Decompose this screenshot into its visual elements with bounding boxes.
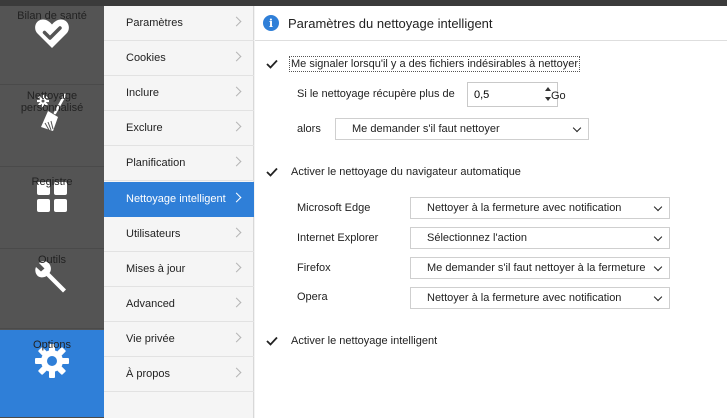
chevron-right-icon [231, 156, 242, 167]
sub-nav-label: Nettoyage intelligent [126, 193, 226, 205]
chevron-right-icon [231, 86, 242, 97]
threshold-input[interactable] [468, 83, 528, 106]
sub-nav-label: À propos [126, 368, 171, 380]
auto-browser-checkbox[interactable] [265, 165, 278, 178]
browser-action-select-edge[interactable]: Nettoyer à la fermeture avec notificatio… [410, 197, 670, 219]
sub-nav-item-privacy[interactable]: Vie privée [104, 322, 254, 357]
sub-nav-label: Exclure [126, 122, 163, 134]
main-nav-item-registry[interactable]: Registre [0, 170, 104, 249]
main-nav-label: Options [33, 339, 71, 351]
chevron-right-icon [231, 192, 242, 203]
smart-cleaning-panel: i Paramètres du nettoyage intelligent Me… [255, 6, 727, 418]
checkmark-icon [265, 336, 278, 346]
sub-nav-label: Advanced [126, 298, 175, 310]
sub-nav-label: Planification [126, 157, 186, 169]
auto-browser-label: Activer le nettoyage du navigateur autom… [291, 166, 521, 178]
page-title: Paramètres du nettoyage intelligent [288, 15, 493, 31]
main-nav-item-options[interactable]: Options [0, 330, 104, 418]
info-icon: i [263, 15, 279, 31]
browser-name-opera: Opera [297, 291, 328, 303]
sub-nav-label: Inclure [126, 87, 160, 99]
chevron-right-icon [231, 367, 242, 378]
main-nav-item-tools[interactable]: Outils [0, 250, 104, 329]
chevron-right-icon [231, 16, 242, 27]
sub-nav-label: Paramètres [126, 17, 183, 29]
browser-action-select-ie[interactable]: Sélectionnez l'action [410, 227, 670, 249]
select-value: Me demander s'il faut nettoyer [352, 123, 500, 135]
chevron-down-icon [572, 123, 582, 133]
then-action-select[interactable]: Me demander s'il faut nettoyer [335, 118, 589, 140]
select-value: Nettoyer à la fermeture avec notificatio… [427, 202, 622, 214]
checkmark-icon [265, 167, 278, 177]
sub-nav-item-about[interactable]: À propos [104, 357, 254, 392]
browser-name-ie: Internet Explorer [297, 232, 379, 244]
browser-name-edge: Microsoft Edge [297, 202, 371, 214]
select-value: Me demander s'il faut nettoyer à la ferm… [427, 262, 646, 274]
smart-cleaning-label: Activer le nettoyage intelligent [291, 335, 438, 347]
sub-nav-item-smart-cleaning[interactable]: Nettoyage intelligent [104, 182, 254, 217]
sub-nav-item-users[interactable]: Utilisateurs [104, 217, 254, 252]
chevron-down-icon [653, 292, 663, 302]
threshold-stepper[interactable] [467, 82, 558, 107]
notify-junk-label[interactable]: Me signaler lorsqu'il y a des fichiers i… [288, 56, 581, 72]
threshold-label: Si le nettoyage récupère plus de [297, 88, 455, 100]
smart-cleaning-checkbox[interactable] [265, 334, 278, 347]
browser-name-firefox: Firefox [297, 262, 331, 274]
sub-nav-item-updates[interactable]: Mises à jour [104, 252, 254, 287]
checkmark-icon [265, 59, 278, 69]
select-value: Sélectionnez l'action [427, 232, 527, 244]
main-nav-label: Registre [31, 176, 73, 188]
sub-nav-item-include[interactable]: Inclure [104, 76, 254, 111]
chevron-down-icon [653, 232, 663, 242]
sub-nav-item-cookies[interactable]: Cookies [104, 41, 254, 76]
browser-action-select-opera[interactable]: Nettoyer à la fermeture avec notificatio… [410, 287, 670, 309]
chevron-right-icon [231, 262, 242, 273]
sub-nav-item-advanced[interactable]: Advanced [104, 287, 254, 322]
main-nav-label: Bilan de santé [17, 10, 87, 22]
sub-nav-item-exclude[interactable]: Exclure [104, 111, 254, 146]
chevron-down-icon [653, 202, 663, 212]
then-label: alors [297, 123, 321, 135]
sub-nav-label: Utilisateurs [126, 228, 181, 240]
chevron-right-icon [231, 51, 242, 62]
main-nav-label: Nettoyage personnalisé [20, 90, 84, 114]
chevron-right-icon [231, 332, 242, 343]
browser-action-select-firefox[interactable]: Me demander s'il faut nettoyer à la ferm… [410, 257, 670, 279]
main-nav-item-custom-clean[interactable]: Nettoyage personnalisé [0, 88, 104, 167]
chevron-down-icon [653, 262, 663, 272]
sub-nav-label: Mises à jour [126, 263, 186, 275]
notify-junk-checkbox[interactable] [265, 57, 278, 70]
chevron-right-icon [231, 297, 242, 308]
main-nav: Bilan de santé Nettoyage personnalisé Re… [0, 6, 104, 418]
select-value: Nettoyer à la fermeture avec notificatio… [427, 292, 622, 304]
threshold-unit: Go [551, 90, 566, 102]
chevron-right-icon [231, 227, 242, 238]
panel-header: i Paramètres du nettoyage intelligent [255, 6, 727, 41]
options-sub-nav: Paramètres Cookies Inclure Exclure Plani… [104, 6, 254, 418]
sub-nav-item-scheduling[interactable]: Planification [104, 146, 254, 181]
chevron-right-icon [231, 121, 242, 132]
sub-nav-label: Vie privée [126, 333, 175, 345]
main-nav-label: Outils [37, 254, 67, 266]
sub-nav-item-settings[interactable]: Paramètres [104, 6, 254, 41]
sub-nav-label: Cookies [126, 52, 166, 64]
main-nav-item-health-check[interactable]: Bilan de santé [0, 6, 104, 85]
